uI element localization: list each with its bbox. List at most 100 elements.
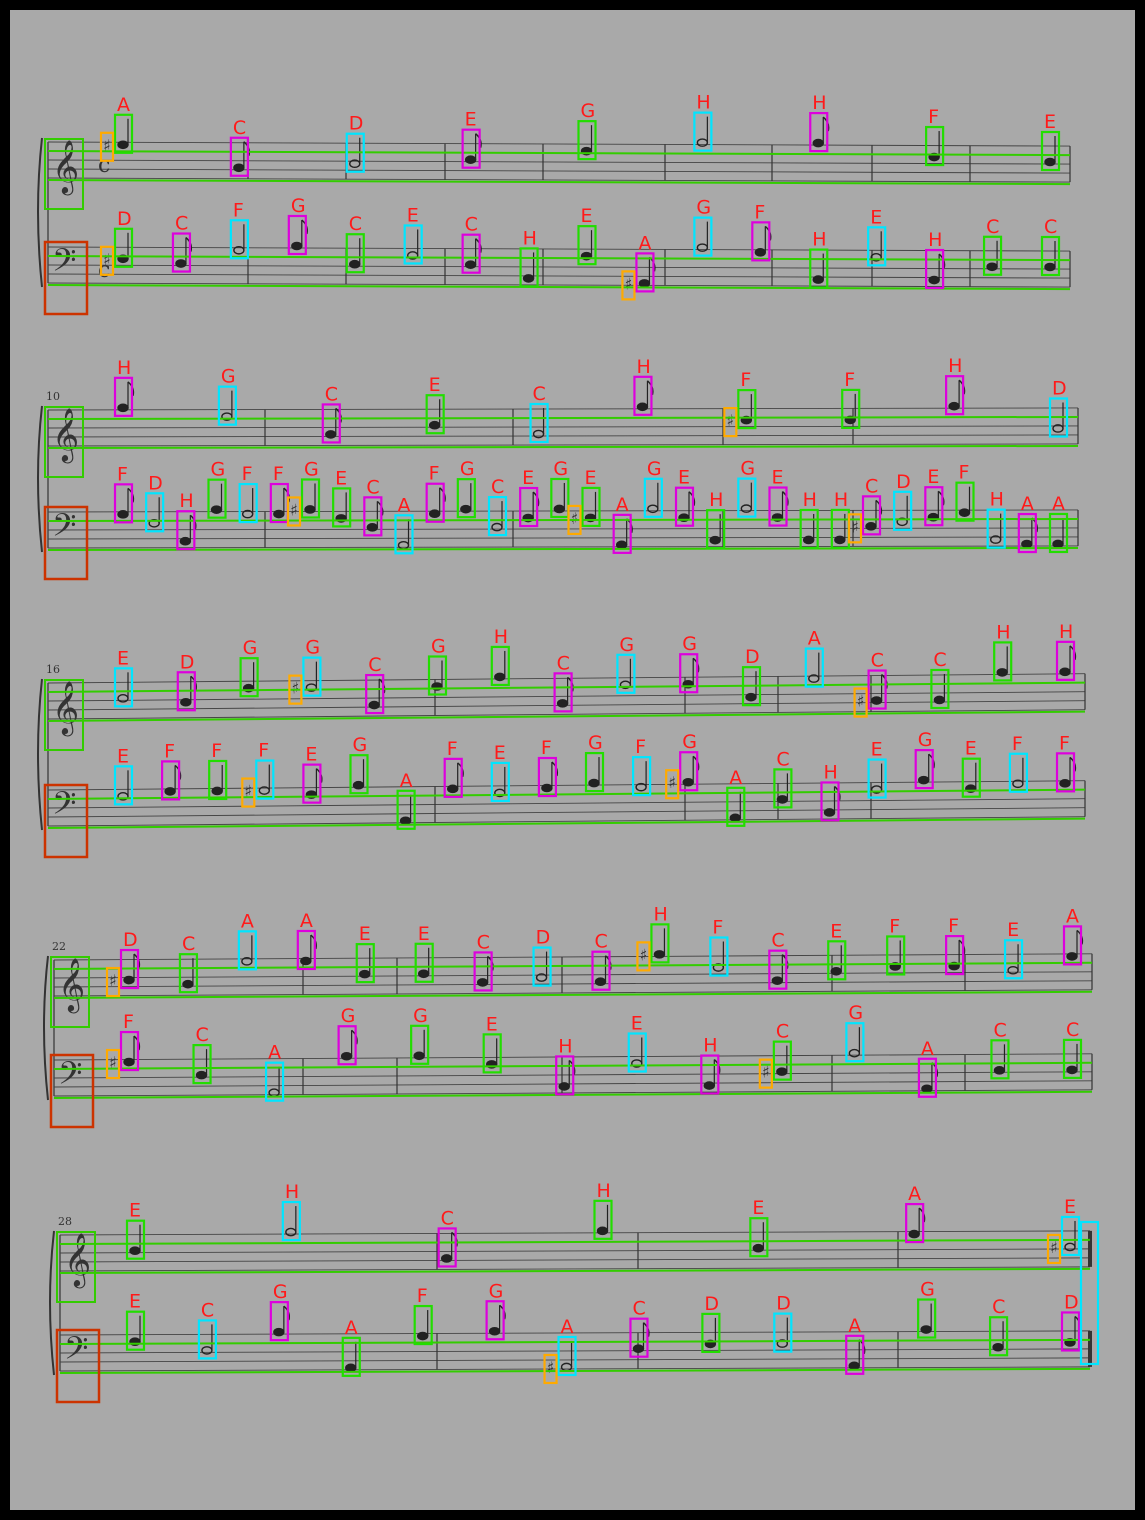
bass-note-label: A [616,494,629,516]
notehead [464,155,477,164]
staff-detection-line [47,546,1079,551]
notehead [703,1081,716,1090]
bass-note-label: E [581,205,593,227]
treble-note-label: C [182,933,195,955]
treble-staff-line [47,407,1079,411]
bass-staff-line [47,527,1079,531]
bass-note-box [255,759,275,800]
notehead [201,1346,213,1355]
notehead [123,1057,135,1067]
notehead [870,696,883,705]
bass-note-label: D [776,1293,791,1315]
bass-note-label: G [291,195,306,217]
bass-note-label: A [398,494,411,516]
notehead [428,420,441,430]
bass-clef: 𝄢 [64,1330,88,1374]
treble-note-label: E [359,923,371,945]
treble-note-label: G [243,637,258,659]
bass-note-label: C [1044,216,1057,238]
bass-note-label: F [959,462,970,484]
bass-note-label: E [494,742,506,764]
bass-note-label: D [148,472,163,494]
treble-note-label: C [368,654,381,676]
bass-note-label: C [865,475,878,497]
bass-note-box [986,508,1006,549]
treble-note-label: E [117,647,129,669]
treble-note-label: C [771,930,784,952]
treble-note-label: D [180,651,195,673]
bass-note-label: D [117,208,132,230]
measure-number: 16 [46,663,60,676]
treble-note-label: H [948,355,962,377]
bass-note-label: F [242,463,253,485]
notehead [233,163,245,173]
notehead [636,402,649,412]
notehead [1059,667,1071,677]
bass-clef: 𝄢 [58,1055,82,1099]
treble-note-label: A [241,910,254,932]
bass-note-label: G [647,458,662,480]
treble-staff-line [47,673,1086,684]
bass-note-label: A [400,770,413,792]
notehead [823,808,836,817]
treble-note-label: C [933,649,946,671]
treble-note-label: E [830,920,842,942]
bass-note-label: G [588,732,603,754]
bass-note-label: H [990,489,1004,511]
notehead [123,975,135,985]
staff-detection-line [59,1238,1091,1245]
notehead [754,248,767,257]
treble-note-label: G [682,633,697,655]
notehead [1066,1065,1078,1075]
notehead [1044,157,1056,167]
bass-note-label: G [413,1005,428,1027]
staff-detection-line [47,444,1079,449]
treble-note-label: H [1059,621,1073,643]
bass-note-label: G [918,729,933,751]
bass-note-label: E [486,1013,498,1035]
notehead [488,1326,501,1336]
bass-note-label: G [489,1280,504,1302]
treble-note-label: D [123,929,138,951]
treble-staff-line [47,691,1086,702]
bass-note-label: G [460,458,475,480]
notehead [553,504,566,514]
notehead [958,508,971,517]
bass-note-label: H [803,489,817,511]
bass-note-label: A [848,1315,861,1337]
treble-note-label: C [871,650,884,672]
treble-staff-line [53,971,1093,979]
bass-note-label: G [682,731,697,753]
treble-note-label: D [536,927,551,949]
notehead [117,140,129,150]
staff-detection-line [47,284,1071,291]
measure-number: 28 [58,1215,72,1228]
treble-note-label: D [349,113,364,135]
sharp-sign: ♯ [624,274,632,293]
bass-note-label: H [812,229,826,251]
notehead [291,241,303,251]
treble-note-label: E [1064,1196,1076,1218]
bass-note-label: F [1012,733,1023,755]
brace [43,955,49,1101]
notehead [920,1325,932,1334]
bass-note-label: A [1021,493,1034,515]
bass-note-label: G [553,458,568,480]
notehead [464,260,477,269]
notehead [615,540,628,550]
treble-note-label: H [996,621,1010,643]
bass-note-label: F [233,199,244,221]
treble-note-label: G [619,634,634,656]
notehead [491,522,503,532]
notehead [986,262,998,272]
notehead [273,509,285,519]
treble-staff-line [59,1257,1091,1263]
bass-staff-line [47,264,1071,270]
notehead [812,275,824,284]
notehead [195,1070,208,1080]
bass-note-label: A [921,1038,934,1060]
notehead [476,978,489,987]
treble-staff-line [47,141,1071,147]
bass-note-box [145,492,165,533]
bass-note-label: C [776,1021,789,1043]
